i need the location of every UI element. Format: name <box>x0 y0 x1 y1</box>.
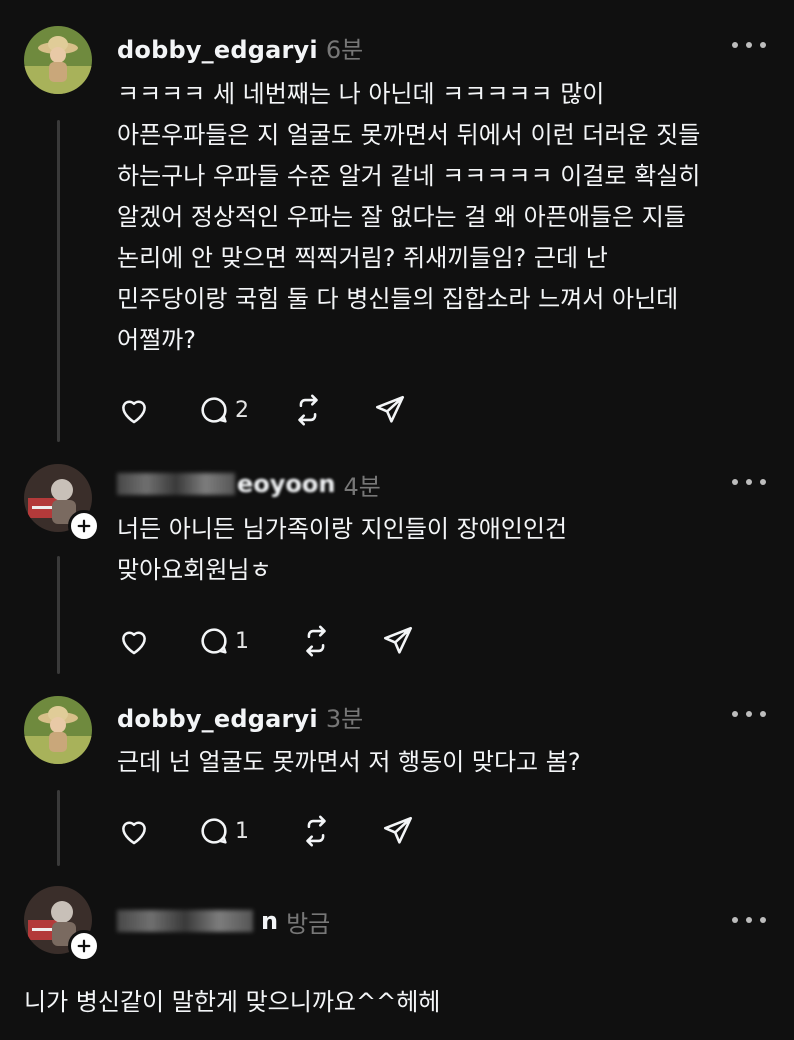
username[interactable]: dobby_edgaryi <box>117 705 318 733</box>
reply-count: 1 <box>235 628 249 654</box>
action-bar: 2 <box>117 392 407 428</box>
reply-count: 2 <box>235 397 249 423</box>
send-icon <box>383 626 413 654</box>
send-icon <box>375 395 405 423</box>
share-button[interactable] <box>373 392 407 428</box>
plus-icon <box>77 939 91 953</box>
thread-page: dobby_edgaryi 6분 ㅋㅋㅋㅋ 세 네번째는 나 아닌데 ㅋㅋㅋㅋㅋ… <box>0 0 794 1040</box>
timestamp: 3분 <box>325 705 364 733</box>
reply-button[interactable]: 1 <box>197 813 249 849</box>
follow-button[interactable] <box>68 930 100 962</box>
repost-button[interactable] <box>299 623 333 659</box>
thread-line <box>57 120 60 442</box>
more-icon[interactable] <box>732 708 766 720</box>
more-icon[interactable] <box>732 914 766 926</box>
action-bar: 1 <box>117 623 415 659</box>
thread-line <box>57 790 60 866</box>
share-button[interactable] <box>381 813 415 849</box>
reply-count: 1 <box>235 818 249 844</box>
comment-icon <box>201 397 227 423</box>
comment-icon <box>201 818 227 844</box>
comment-text: 너든 아니든 님가족이랑 지인들이 장애인인건 맞아요회원님ㅎ <box>117 515 568 584</box>
avatar[interactable] <box>24 696 92 764</box>
avatar-image <box>24 26 92 94</box>
repost-button[interactable] <box>299 813 333 849</box>
comment-header: dobby_edgaryi 6분 <box>117 30 363 64</box>
comment-header: dobby_edgaryi 3분 <box>117 699 363 733</box>
like-button[interactable] <box>117 813 151 849</box>
comment-icon <box>201 628 227 654</box>
timestamp: 6분 <box>325 36 364 64</box>
send-icon <box>383 816 413 844</box>
more-icon[interactable] <box>732 39 766 51</box>
reply-button[interactable]: 2 <box>197 392 249 428</box>
follow-button[interactable] <box>68 510 100 542</box>
plus-icon <box>77 519 91 533</box>
heart-icon <box>122 400 146 424</box>
thread-line <box>57 556 60 674</box>
share-button[interactable] <box>381 623 415 659</box>
comment-header: n 방금 <box>117 904 330 938</box>
reply-button[interactable]: 1 <box>197 623 249 659</box>
like-button[interactable] <box>117 392 151 428</box>
like-button[interactable] <box>117 623 151 659</box>
redacted-username <box>117 910 253 932</box>
heart-icon <box>122 821 146 845</box>
avatar[interactable] <box>24 26 92 94</box>
username[interactable]: eoyoon <box>237 470 335 498</box>
action-bar: 1 <box>117 813 415 849</box>
comment-text: 근데 넌 얼굴도 못까면서 저 행동이 맞다고 봄? <box>117 748 581 776</box>
timestamp: 방금 <box>286 909 331 938</box>
repost-icon <box>306 815 326 847</box>
more-icon[interactable] <box>732 476 766 488</box>
repost-button[interactable] <box>291 392 325 428</box>
avatar-image <box>24 696 92 764</box>
comment-text: ㅋㅋㅋㅋ 세 네번째는 나 아닌데 ㅋㅋㅋㅋㅋ 많이 아픈우파들은 지 얼굴도 … <box>117 80 701 354</box>
username[interactable]: dobby_edgaryi <box>117 36 318 64</box>
comment-text: 니가 병신같이 말한게 맞으니까요^^헤헤 <box>24 988 441 1016</box>
comment-header: eoyoon 4분 <box>117 467 381 501</box>
repost-icon <box>306 625 326 657</box>
timestamp: 4분 <box>343 472 381 501</box>
username[interactable]: n <box>261 907 278 935</box>
redacted-username <box>117 473 235 495</box>
repost-icon <box>298 394 318 426</box>
heart-icon <box>122 631 146 655</box>
